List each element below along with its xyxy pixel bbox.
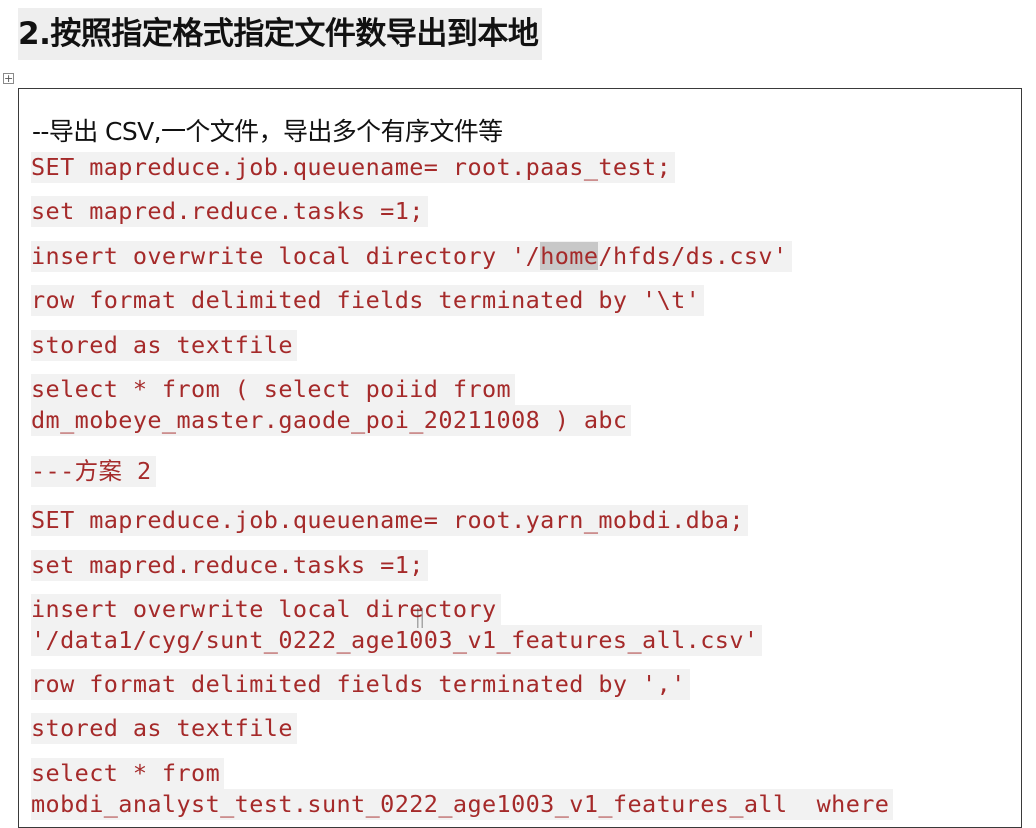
- code-line-9: set mapred.reduce.tasks =1;: [31, 550, 428, 581]
- code-line-13a: select * from: [31, 758, 225, 789]
- text-cursor-icon: [417, 608, 423, 628]
- code-line-4: row format delimited fields terminated b…: [31, 285, 705, 316]
- move-handle-icon[interactable]: +: [3, 73, 14, 84]
- selected-text[interactable]: home: [540, 242, 599, 270]
- code-line-13b: mobdi_analyst_test.sunt_0222_age1003_v1_…: [31, 789, 894, 820]
- code-line-10b: '/data1/cyg/sunt_0222_age1003_v1_feature…: [31, 625, 763, 656]
- code-line-10a: insert overwrite local directory: [31, 594, 501, 625]
- code-line-3: insert overwrite local directory '/home/…: [31, 241, 792, 272]
- code-line-5: stored as textfile: [31, 330, 297, 361]
- code-line-2: set mapred.reduce.tasks =1;: [31, 196, 428, 227]
- code-line-6b: dm_mobeye_master.gaode_poi_20211008 ) ab…: [31, 405, 632, 436]
- code-comment: --导出 CSV,一个文件，导出多个有序文件等: [32, 117, 503, 146]
- section-heading: 2.按照指定格式指定文件数导出到本地: [18, 8, 543, 60]
- code-line-8: SET mapreduce.job.queuename= root.yarn_m…: [31, 505, 748, 536]
- code-line-6a: select * from ( select poiid from: [31, 374, 516, 405]
- code-line-7: ---方案 2: [31, 456, 156, 487]
- code-line-12: stored as textfile: [31, 713, 297, 744]
- code-line-11: row format delimited fields terminated b…: [31, 669, 690, 700]
- code-line-1: SET mapreduce.job.queuename= root.paas_t…: [31, 152, 676, 183]
